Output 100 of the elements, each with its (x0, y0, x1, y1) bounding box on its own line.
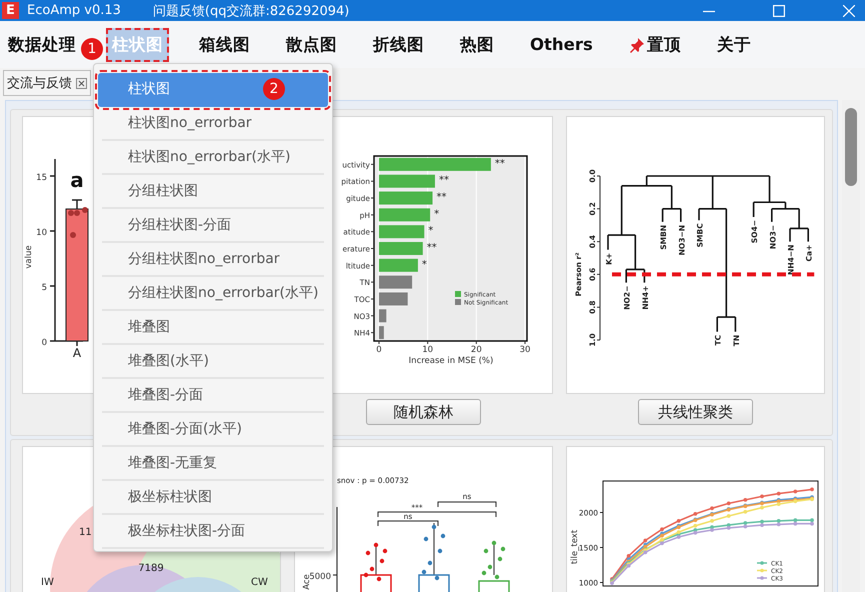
step-badge: 2 (263, 78, 285, 100)
tick-label: 10 (422, 345, 434, 355)
menu-option[interactable]: 分组柱状图no_errorbar (102, 243, 324, 277)
menu-option[interactable]: 堆叠图-分面 (102, 379, 324, 413)
tab[interactable]: 交流与反馈 (3, 70, 91, 96)
tick-label: 15 (36, 173, 47, 183)
tick-label: 30 (520, 345, 530, 355)
legend-swatch (455, 299, 461, 305)
menu-item[interactable]: 散点图 (280, 28, 343, 62)
menu-option[interactable]: 堆叠图(水平) (102, 345, 324, 379)
tick-label: 0 (42, 338, 47, 348)
significance-label: * (428, 226, 434, 237)
point (760, 506, 764, 510)
legend-swatch (757, 561, 767, 565)
menu-option[interactable]: 柱状图 2 (98, 73, 328, 107)
menu-option[interactable]: 堆叠图 (102, 311, 324, 345)
significance-label: * (422, 259, 427, 270)
chart-button[interactable]: 共线性聚类 (638, 399, 753, 425)
point (743, 521, 748, 525)
significance-letter: a (70, 168, 84, 192)
point (793, 518, 798, 522)
point (810, 518, 814, 522)
point (810, 522, 814, 526)
legend-swatch (757, 576, 767, 580)
legend-swatch (455, 291, 461, 297)
axis-label: Increase in MSE (%) (408, 356, 494, 366)
point (760, 494, 764, 498)
data-points (68, 207, 88, 238)
point (726, 502, 731, 506)
count-label: 7189 (138, 563, 164, 574)
menu-item[interactable]: Others (524, 29, 599, 60)
point (726, 514, 731, 518)
menu-option[interactable]: 分组柱状图no_errorbar(水平) (102, 277, 324, 311)
menu-item[interactable]: 折线图 (367, 28, 430, 62)
error-bar (71, 199, 83, 210)
point (710, 506, 714, 510)
bracket-line (378, 520, 438, 526)
point (743, 524, 748, 528)
point (776, 502, 781, 506)
app-logo: E (2, 2, 19, 19)
menu-item[interactable]: 置顶 (622, 28, 687, 62)
axis-label: value (24, 245, 34, 269)
menu-option[interactable]: 堆叠图-分面(水平) (102, 413, 324, 447)
maximize-icon[interactable] (773, 4, 785, 16)
significance-label: ** (436, 192, 447, 204)
chart-button[interactable]: 随机森林 (366, 399, 481, 425)
point (660, 527, 664, 532)
step-badge: 1 (81, 38, 103, 60)
menu-option[interactable]: 柱状图no_errorbar(水平) (102, 141, 324, 175)
point (726, 526, 731, 530)
menu-item[interactable]: 关于 (710, 28, 757, 62)
point (743, 510, 748, 514)
point (693, 524, 698, 528)
axis-label: tile_text (570, 530, 580, 564)
point (676, 530, 681, 534)
legend-swatch (757, 568, 767, 572)
set-label: IW (41, 577, 54, 588)
menu-option[interactable]: 分组柱状图-分面 (102, 209, 324, 243)
point (676, 519, 681, 523)
count-label: 11 (79, 527, 92, 538)
point (643, 538, 648, 542)
menu-item[interactable]: 热图 (454, 28, 500, 62)
menu-item[interactable]: 数据处理 (2, 28, 82, 62)
tick-label: 10 (36, 228, 47, 238)
point (793, 490, 798, 494)
significance-label: ** (494, 158, 505, 170)
point (693, 512, 698, 516)
significance-label: ** (426, 242, 437, 254)
tick-label: 5 (42, 283, 47, 293)
point (776, 492, 781, 496)
point (760, 520, 764, 524)
point (660, 541, 664, 546)
point (776, 519, 781, 523)
menu-option[interactable]: 极坐标柱状图-分面 (102, 515, 324, 549)
close-icon[interactable] (76, 78, 87, 88)
menu-option[interactable]: 柱状图no_errorbar (102, 107, 324, 141)
bracket-line (438, 502, 496, 508)
point (743, 498, 748, 502)
window-title: EcoAmp v0.13 (27, 3, 121, 18)
significance-label: * (434, 208, 440, 220)
menu-item[interactable]: 箱线图 (193, 28, 256, 62)
point (710, 528, 714, 532)
tick-label: 5000 (309, 572, 331, 582)
point (810, 488, 814, 492)
significance-label: ** (438, 175, 449, 186)
point (710, 519, 714, 523)
pushpin-icon (628, 36, 645, 52)
scrollbar-thumb[interactable] (845, 108, 857, 186)
point (793, 522, 798, 526)
window-subtitle: 问题反馈(qq交流群:826292094) (152, 2, 350, 20)
tick-label: 0 (376, 345, 382, 355)
category-label: A (72, 346, 82, 360)
tick-label: 20 (470, 345, 482, 355)
point (626, 554, 631, 558)
set-label: CW (251, 577, 268, 588)
menu-option[interactable]: 分组柱状图 (102, 175, 324, 209)
point (760, 523, 764, 527)
menu-option[interactable]: 堆叠图-无重复 (102, 447, 324, 481)
menu-option[interactable]: 极坐标柱状图 (102, 481, 324, 515)
point (693, 530, 698, 535)
